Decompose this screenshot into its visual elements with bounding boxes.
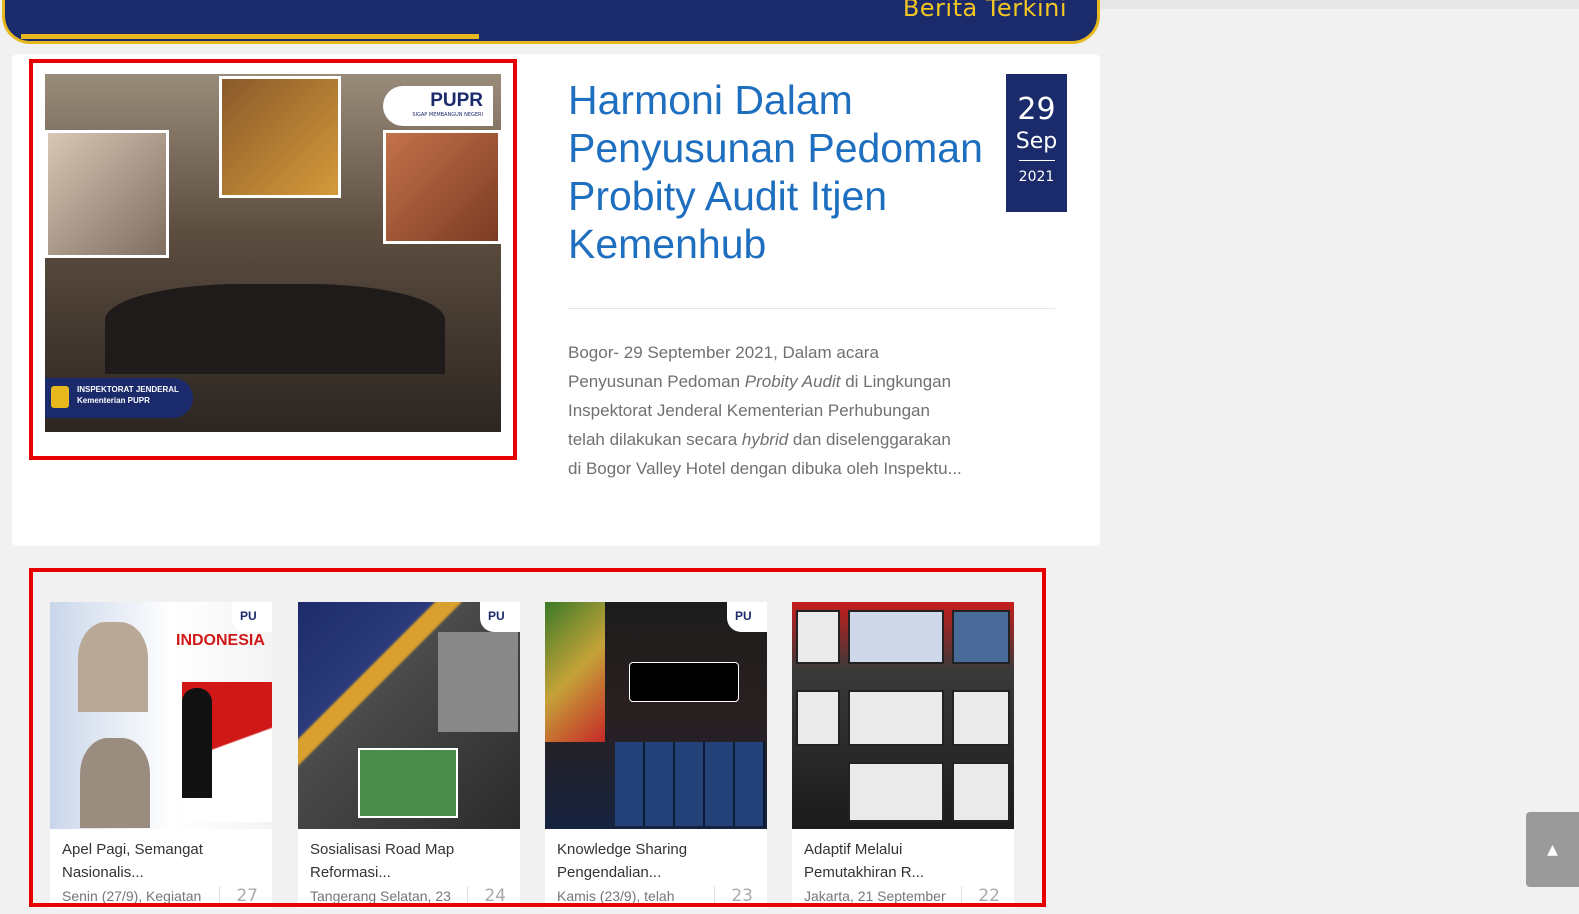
header-progress-bar <box>21 34 480 39</box>
featured-date-badge: 29 Sep 2021 <box>1006 74 1067 212</box>
excerpt-emphasis: Probity Audit <box>744 372 841 391</box>
top-strip <box>1100 0 1579 9</box>
excerpt-emphasis: hybrid <box>741 430 789 449</box>
date-divider <box>1018 160 1055 161</box>
date-year: 2021 <box>1018 169 1055 185</box>
section-title: Berita Terkini <box>902 0 1067 22</box>
news-cards-highlight <box>29 568 1046 907</box>
date-month: Sep <box>1015 129 1058 154</box>
featured-image-highlight <box>29 59 517 460</box>
scroll-to-top-button[interactable]: ▲ <box>1526 812 1579 887</box>
arrow-up-icon: ▲ <box>1547 842 1558 858</box>
date-day: 29 <box>1017 92 1056 127</box>
featured-news-excerpt: Bogor- 29 September 2021, Dalam acara Pe… <box>568 338 968 483</box>
featured-news-title[interactable]: Harmoni Dalam Penyusunan Pedoman Probity… <box>568 76 988 268</box>
section-header: Berita Terkini <box>2 0 1100 44</box>
title-separator <box>568 308 1055 309</box>
